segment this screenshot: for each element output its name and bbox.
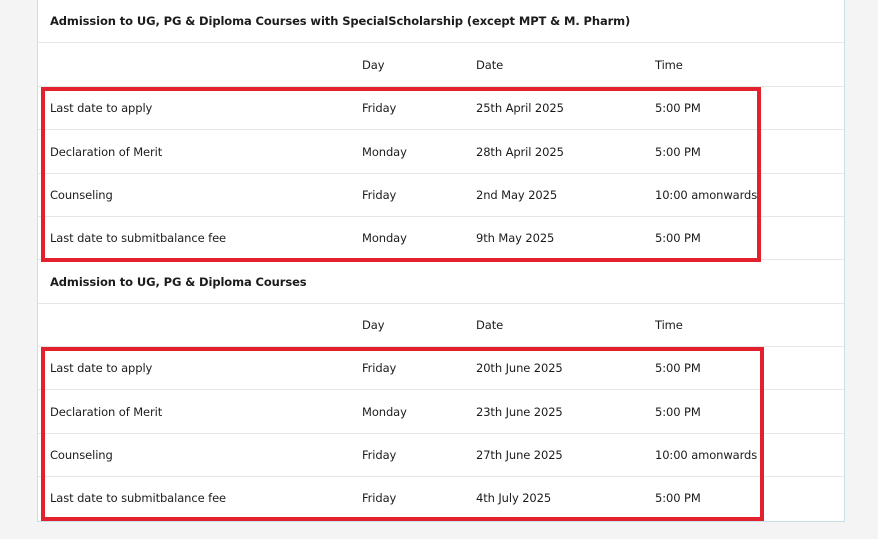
column-header-time: Time [655,58,683,72]
section-title: Admission to UG, PG & Diploma Courses wi… [50,14,631,28]
column-header-day: Day [362,318,385,332]
event-cell: Counseling [50,188,113,202]
date-cell: 28th April 2025 [476,145,564,159]
column-header-date: Date [476,318,504,332]
column-header-date: Date [476,58,504,72]
column-header-row: Day Date Time [38,304,844,347]
date-cell: 9th May 2025 [476,231,555,245]
schedule-table: Admission to UG, PG & Diploma Courses wi… [37,0,845,522]
time-cell: 5:00 PM [655,145,701,159]
column-header-time: Time [655,318,683,332]
date-cell: 25th April 2025 [476,101,564,115]
time-cell: 5:00 PM [655,231,701,245]
day-cell: Friday [362,491,397,505]
day-cell: Monday [362,405,407,419]
column-header-row: Day Date Time [38,44,844,87]
day-cell: Friday [362,448,397,462]
day-cell: Friday [362,188,397,202]
table-row: Last date to submitbalance fee Friday 4t… [38,477,844,520]
time-cell: 5:00 PM [655,491,701,505]
table-row: Last date to apply Friday 20th June 2025… [38,347,844,390]
day-cell: Monday [362,231,407,245]
event-cell: Last date to apply [50,361,153,375]
time-cell: 10:00 amonwards [655,448,758,462]
time-cell: 5:00 PM [655,361,701,375]
section-title: Admission to UG, PG & Diploma Courses [50,275,307,289]
event-cell: Last date to submitbalance fee [50,231,227,245]
day-cell: Friday [362,101,397,115]
event-cell: Last date to apply [50,101,153,115]
date-cell: 20th June 2025 [476,361,563,375]
table-row: Counseling Friday 2nd May 2025 10:00 amo… [38,174,844,217]
event-cell: Declaration of Merit [50,405,163,419]
date-cell: 23th June 2025 [476,405,563,419]
section-title-row: Admission to UG, PG & Diploma Courses [38,261,844,304]
event-cell: Last date to submitbalance fee [50,491,227,505]
section-title-row: Admission to UG, PG & Diploma Courses wi… [38,0,844,43]
table-row: Last date to submitbalance fee Monday 9t… [38,217,844,260]
table-row: Declaration of Merit Monday 28th April 2… [38,131,844,174]
column-header-day: Day [362,58,385,72]
date-cell: 4th July 2025 [476,491,552,505]
day-cell: Friday [362,361,397,375]
date-cell: 27th June 2025 [476,448,563,462]
time-cell: 10:00 amonwards [655,188,758,202]
date-cell: 2nd May 2025 [476,188,558,202]
day-cell: Monday [362,145,407,159]
event-cell: Declaration of Merit [50,145,163,159]
table-row: Last date to apply Friday 25th April 202… [38,87,844,130]
event-cell: Counseling [50,448,113,462]
time-cell: 5:00 PM [655,405,701,419]
table-row: Counseling Friday 27th June 2025 10:00 a… [38,434,844,477]
time-cell: 5:00 PM [655,101,701,115]
table-row: Declaration of Merit Monday 23th June 20… [38,391,844,434]
